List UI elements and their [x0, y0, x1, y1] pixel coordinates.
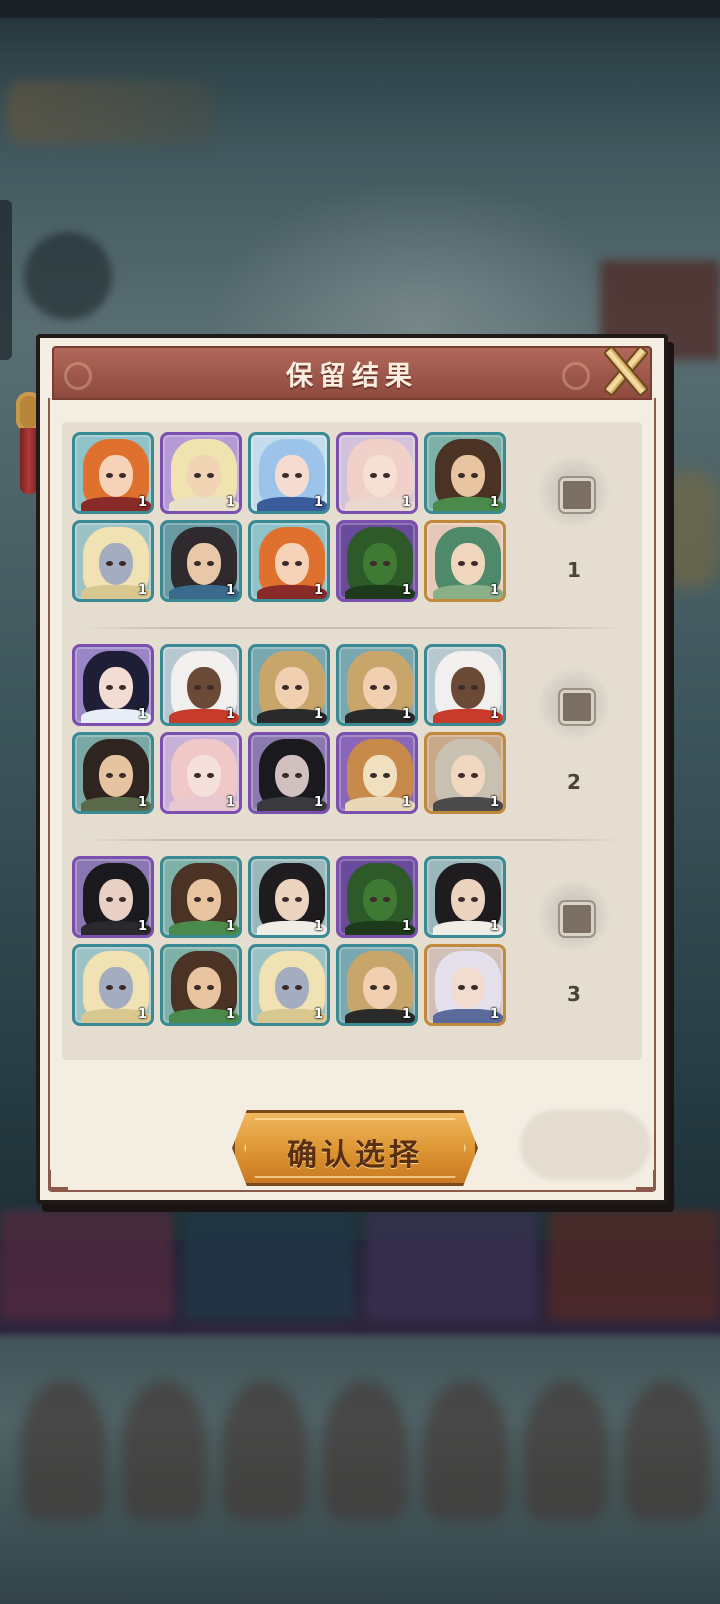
dialog-title: 保留结果	[286, 360, 418, 392]
hero-level: 1	[489, 707, 499, 722]
hero-card[interactable]: 1	[248, 732, 330, 814]
hero-card[interactable]: 1	[424, 732, 506, 814]
hero-card[interactable]: 1	[248, 856, 330, 938]
hero-card[interactable]: 1	[72, 944, 154, 1026]
hero-card[interactable]: 1	[160, 520, 242, 602]
hero-level: 1	[225, 1007, 235, 1022]
hero-level: 1	[313, 795, 323, 810]
hero-level: 1	[313, 707, 323, 722]
hero-level: 1	[137, 707, 147, 722]
frame-corner-ornament	[48, 1170, 68, 1190]
hero-level: 1	[401, 919, 411, 934]
hero-card[interactable]: 1	[336, 432, 418, 514]
hero-level: 1	[401, 707, 411, 722]
hero-card[interactable]: 1	[336, 944, 418, 1026]
result-group-3: 1 1 1 1 1 1 1 1 1 1 3	[72, 856, 632, 1028]
hero-grid: 1 1 1 1 1 1 1 1 1 1	[72, 644, 506, 814]
hero-card[interactable]: 1	[248, 520, 330, 602]
hero-card[interactable]: 1	[160, 432, 242, 514]
hero-level: 1	[489, 1007, 499, 1022]
hero-card[interactable]: 1	[72, 732, 154, 814]
hero-card[interactable]: 1	[336, 856, 418, 938]
hero-card[interactable]: 1	[424, 432, 506, 514]
hero-card[interactable]: 1	[336, 520, 418, 602]
hero-card[interactable]: 1	[160, 644, 242, 726]
hero-card[interactable]: 1	[424, 856, 506, 938]
group-checkbox[interactable]	[560, 478, 594, 512]
hero-level: 1	[401, 495, 411, 510]
group-number: 2	[567, 770, 581, 794]
hero-card[interactable]: 1	[248, 944, 330, 1026]
group-divider	[84, 839, 624, 841]
hero-card[interactable]: 1	[424, 944, 506, 1026]
hero-level: 1	[489, 583, 499, 598]
hero-level: 1	[489, 495, 499, 510]
hero-card[interactable]: 1	[248, 432, 330, 514]
group-number: 1	[567, 558, 581, 582]
hero-level: 1	[401, 583, 411, 598]
hero-card[interactable]: 1	[336, 644, 418, 726]
hero-card[interactable]: 1	[72, 644, 154, 726]
close-button[interactable]	[596, 340, 656, 398]
group-select: 3	[534, 876, 618, 1006]
result-group-2: 1 1 1 1 1 1 1 1 1 1 2	[72, 644, 632, 816]
group-checkbox-halo[interactable]	[538, 880, 610, 952]
hero-level: 1	[313, 1007, 323, 1022]
hero-card[interactable]: 1	[160, 732, 242, 814]
hero-level: 1	[137, 495, 147, 510]
hero-level: 1	[313, 919, 323, 934]
hero-level: 1	[137, 1007, 147, 1022]
result-group-1: 1 1 1 1 1 1 1 1 1 1 1	[72, 432, 632, 604]
hero-level: 1	[137, 795, 147, 810]
hero-card[interactable]: 1	[248, 644, 330, 726]
hero-card[interactable]: 1	[72, 856, 154, 938]
hero-card[interactable]: 1	[160, 856, 242, 938]
hero-grid: 1 1 1 1 1 1 1 1 1 1	[72, 856, 506, 1026]
frame-corner-ornament	[636, 1170, 656, 1190]
hero-card[interactable]: 1	[72, 432, 154, 514]
confirm-selection-button[interactable]: 确认选择	[232, 1110, 478, 1186]
group-checkbox[interactable]	[560, 690, 594, 724]
hero-level: 1	[313, 495, 323, 510]
hero-level: 1	[137, 583, 147, 598]
hero-card[interactable]: 1	[160, 944, 242, 1026]
hero-level: 1	[489, 919, 499, 934]
group-checkbox-halo[interactable]	[538, 456, 610, 528]
hero-card[interactable]: 1	[424, 644, 506, 726]
hero-level: 1	[401, 795, 411, 810]
dialog-header: 保留结果	[52, 346, 652, 400]
group-select: 1	[534, 452, 618, 582]
cloud-decoration	[520, 1110, 650, 1180]
group-checkbox[interactable]	[560, 902, 594, 936]
group-select: 2	[534, 664, 618, 794]
hero-grid: 1 1 1 1 1 1 1 1 1 1	[72, 432, 506, 602]
hero-card[interactable]: 1	[424, 520, 506, 602]
confirm-selection-label: 确认选择	[287, 1138, 423, 1173]
hero-level: 1	[225, 495, 235, 510]
group-divider	[84, 627, 624, 629]
group-number: 3	[567, 982, 581, 1006]
hero-level: 1	[137, 919, 147, 934]
hero-level: 1	[489, 795, 499, 810]
hero-level: 1	[313, 583, 323, 598]
hero-level: 1	[225, 707, 235, 722]
hero-card[interactable]: 1	[72, 520, 154, 602]
group-checkbox-halo[interactable]	[538, 668, 610, 740]
hero-card[interactable]: 1	[336, 732, 418, 814]
hero-level: 1	[225, 583, 235, 598]
hero-level: 1	[225, 919, 235, 934]
hero-level: 1	[401, 1007, 411, 1022]
hero-level: 1	[225, 795, 235, 810]
